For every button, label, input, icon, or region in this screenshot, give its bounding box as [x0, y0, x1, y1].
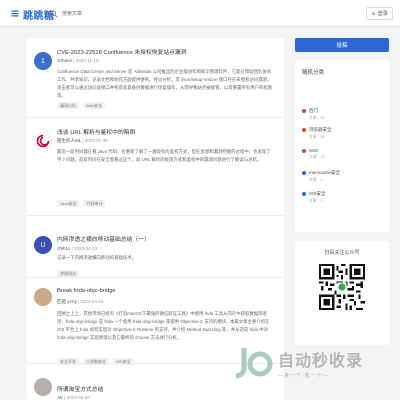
post-tag[interactable]: Web安全 — [83, 102, 106, 109]
category-count: 文章：1 — [309, 178, 323, 182]
post-date: 2023-11-13 — [75, 58, 99, 63]
category-item[interactable]: 浏览器安全 文章：30 — [302, 127, 332, 139]
post-date: 2023-04-22 — [80, 299, 104, 304]
login-button[interactable]: ♙ 登录 — [366, 7, 393, 20]
post-title[interactable]: CVE-2023-22518 Confluence 未授权恢复站点漏洞 — [57, 47, 187, 56]
bullet-icon — [302, 148, 306, 153]
category-item[interactable]: iOS安全 文章：3 — [302, 191, 326, 203]
post-meta: 陌生的人ML | 2023-07-30 — [57, 138, 108, 143]
post-author[interactable]: 陌生的人ML — [57, 138, 81, 143]
post-date: 2023-04-20 — [66, 395, 90, 400]
bullet-icon — [302, 192, 306, 196]
post-meta: cf9h1x | 2023-04-23 — [57, 246, 97, 251]
list-item[interactable]: U 内网渗透之横向移动基础总结（一） cf9h1x | 2023-04-23 记… — [27, 216, 284, 278]
random-categories-panel: 随机分类 后门 文章：33 浏览器安全 文章：30 XSS 文章：70 memc… — [295, 60, 389, 232]
post-title[interactable]: 所谓淘宝方式总结 — [57, 384, 103, 393]
site-logo[interactable]: ≡ 跳跳糖 — [9, 7, 55, 22]
category-item[interactable]: memcache安全 文章：1 — [302, 170, 341, 182]
category-count: 文章：30 — [309, 135, 325, 139]
search-input[interactable] — [62, 9, 232, 19]
avatar — [34, 132, 52, 150]
post-meta: AK | 2023-04-20 — [57, 395, 90, 400]
category-count: 文章：3 — [309, 199, 323, 203]
post-author[interactable]: AK — [57, 395, 63, 400]
category-name: 后门 — [309, 108, 318, 113]
watermark-logo-icon — [235, 348, 273, 379]
login-label: 登录 — [377, 11, 388, 17]
bullet-icon — [302, 128, 306, 132]
list-item[interactable]: 浅谈 URL 解析与鉴权中的陷阱 陌生的人ML | 2023-07-30 最近一… — [27, 118, 284, 216]
avatar: U — [34, 236, 52, 254]
submit-post-button[interactable]: 投稿 — [295, 38, 389, 52]
qr-title: 扫码关注公众号 — [324, 250, 360, 256]
post-meta: 匹配 yzrQ | 2023-04-22 — [57, 299, 104, 304]
qr-code-icon — [319, 264, 365, 310]
post-title[interactable]: 内网渗透之横向移动基础总结（一） — [57, 234, 150, 243]
post-excerpt: 记录一下内网渗透横向移动的基础技术。 — [57, 255, 137, 260]
post-author[interactable]: cf9h1x — [57, 246, 70, 251]
post-title[interactable]: 浅谈 URL 解析与鉴权中的陷阱 — [57, 127, 135, 136]
watermark-slogan: —来一个·收一个— — [278, 373, 329, 379]
post-title[interactable]: Break frida-objc-bridge — [57, 288, 116, 294]
post-tags: 渗透测试 — [57, 270, 79, 277]
post-tag[interactable]: 渗透测试 — [57, 270, 79, 277]
search-bar[interactable] — [50, 7, 250, 21]
category-item[interactable]: XSS 文章：70 — [302, 148, 325, 159]
watermark-text: 自动秒收录 — [278, 353, 364, 370]
category-name: iOS安全 — [309, 191, 326, 196]
watermark-overlay: 自动秒收录 —来一个·收一个— — [228, 337, 398, 397]
post-tags: 漏洞分析 Web安全 — [57, 102, 106, 109]
panel-title: 随机分类 — [302, 70, 325, 76]
list-item[interactable]: 1 CVE-2023-22518 Confluence 未授权恢复站点漏洞 1n… — [27, 38, 284, 118]
category-name: memcache安全 — [309, 170, 341, 175]
search-icon — [50, 10, 58, 18]
wechat-qr-panel: 扫码关注公众号 — [295, 241, 389, 345]
post-tag[interactable]: 漏洞分析 — [57, 102, 79, 109]
post-tag[interactable]: Java安全 — [57, 200, 80, 207]
logo-icon: ≡ — [10, 7, 20, 20]
user-icon: ♙ — [371, 10, 376, 17]
bullet-icon — [302, 109, 306, 113]
bullet-icon — [302, 171, 306, 175]
category-name: 浏览器安全 — [309, 127, 332, 132]
post-tags: Java安全 代码审计 — [57, 200, 106, 207]
post-author[interactable]: 匹配 yzrQ — [57, 299, 77, 304]
avatar — [34, 378, 52, 396]
avatar: 1 — [34, 52, 52, 70]
post-excerpt: Confluence Data Center and Server 是 Atla… — [57, 69, 273, 98]
category-count: 文章：70 — [309, 155, 325, 159]
avatar — [34, 288, 52, 306]
post-author[interactable]: 1nhann — [57, 58, 72, 63]
post-date: 2023-04-23 — [73, 246, 97, 251]
debian-logo-icon — [36, 134, 50, 148]
category-item[interactable]: 后门 文章：33 — [302, 108, 325, 120]
post-date: 2023-07-30 — [84, 138, 108, 143]
category-name: XSS — [309, 148, 319, 153]
top-bar: ≡ 跳跳糖 ♙ 登录 — [0, 0, 400, 27]
post-tag[interactable]: 代码审计 — [83, 200, 106, 207]
post-meta: 1nhann | 2023-11-13 — [57, 58, 99, 63]
category-count: 文章：33 — [309, 116, 325, 120]
post-excerpt: 最近一段时间都在看 Java 代码，也重新了解了一遍现有的鉴权方式，但在思想和漏… — [57, 149, 271, 162]
